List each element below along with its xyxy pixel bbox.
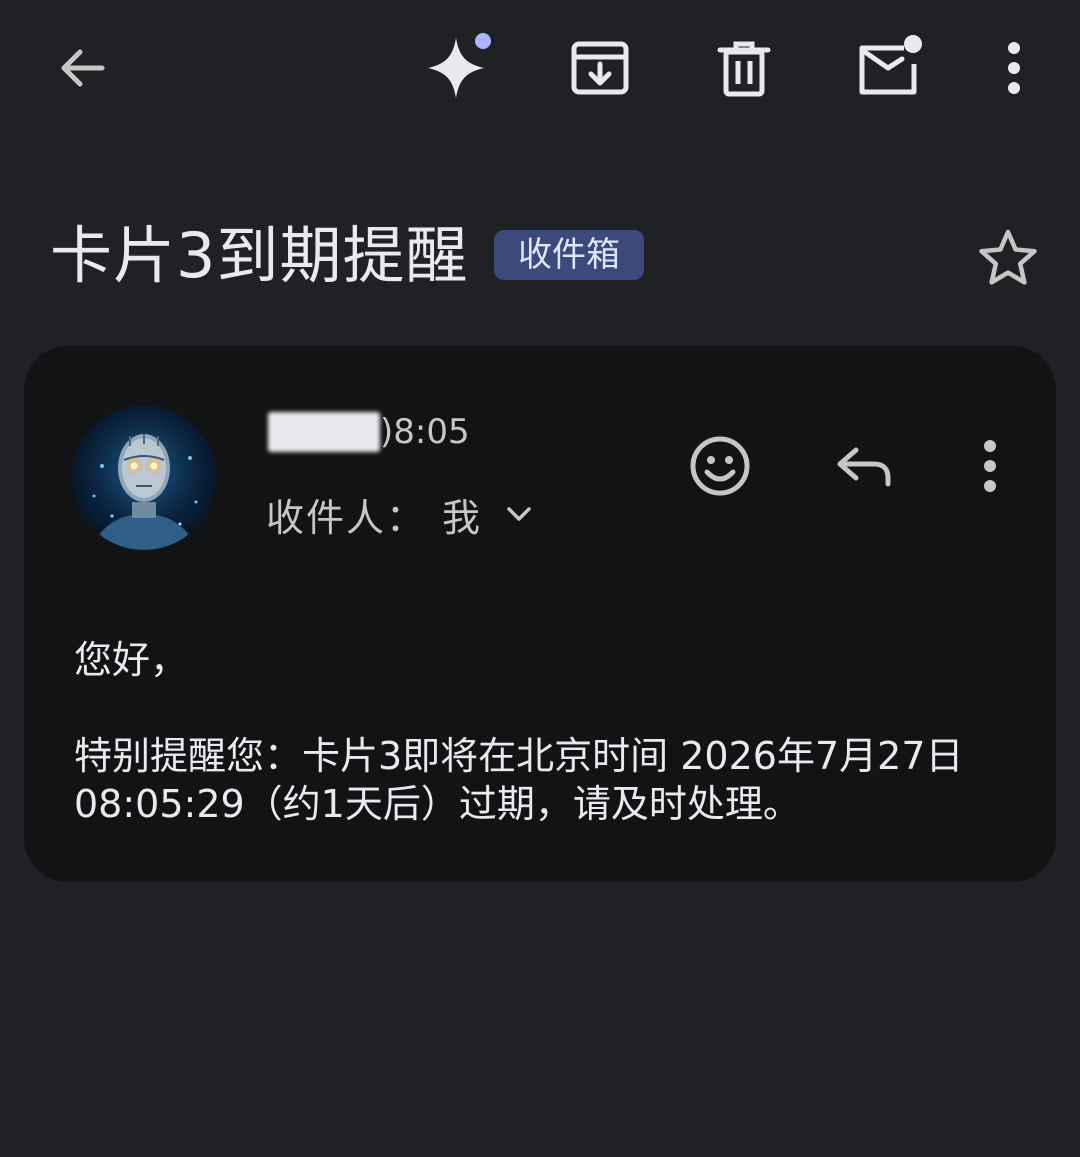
archive-button[interactable] xyxy=(560,28,640,108)
back-button[interactable] xyxy=(42,28,122,108)
star-button[interactable] xyxy=(970,220,1046,296)
sender-avatar[interactable] xyxy=(72,406,216,550)
more-vert-icon xyxy=(1008,42,1020,94)
sender-name[interactable]: █████ xyxy=(268,412,380,452)
sender-line: █████)8:05 xyxy=(268,412,470,462)
message-more-options-button[interactable] xyxy=(950,426,1030,506)
recipient-details-toggle[interactable]: 收件人： 我 xyxy=(266,486,534,542)
emoji-icon xyxy=(690,436,750,496)
chevron-down-icon xyxy=(504,499,534,529)
recipient-value: 我 xyxy=(442,495,481,540)
message-greeting: 您好， xyxy=(74,638,189,682)
robot-avatar-image xyxy=(72,406,216,550)
email-subject: 卡片3到期提醒 xyxy=(50,219,469,292)
inbox-label-chip[interactable]: 收件箱 xyxy=(494,230,644,280)
star-outline-icon xyxy=(979,229,1037,285)
mark-unread-icon xyxy=(859,35,922,95)
recipient-label: 收件人： xyxy=(266,495,427,540)
more-options-button[interactable] xyxy=(974,28,1054,108)
archive-icon xyxy=(571,41,629,95)
message-body: 您好， 特别提醒您：卡片3即将在北京时间 2026年7月27日 08:05:29… xyxy=(74,636,1014,828)
top-toolbar xyxy=(0,0,1080,140)
gemini-button[interactable] xyxy=(416,28,496,108)
delete-icon xyxy=(717,41,771,97)
message-time: )8:05 xyxy=(380,412,470,452)
subject-row: 卡片3到期提醒 收件箱 xyxy=(50,212,1040,302)
mark-unread-button[interactable] xyxy=(848,28,928,108)
message-text: 特别提醒您：卡片3即将在北京时间 2026年7月27日 08:05:29（约1天… xyxy=(74,734,964,826)
gemini-sparkle-icon xyxy=(428,33,491,98)
reply-icon xyxy=(837,447,891,487)
reply-button[interactable] xyxy=(824,426,904,506)
delete-button[interactable] xyxy=(704,28,784,108)
message-card: █████)8:05 收件人： 我 xyxy=(24,346,1056,882)
email-view: 卡片3到期提醒 收件箱 ████)8:05 收件人： 我 您好， 特别提醒您：卡… xyxy=(0,0,1080,1157)
more-vert-icon xyxy=(984,440,996,492)
add-reaction-button[interactable] xyxy=(680,426,760,506)
back-arrow-icon xyxy=(61,49,105,87)
